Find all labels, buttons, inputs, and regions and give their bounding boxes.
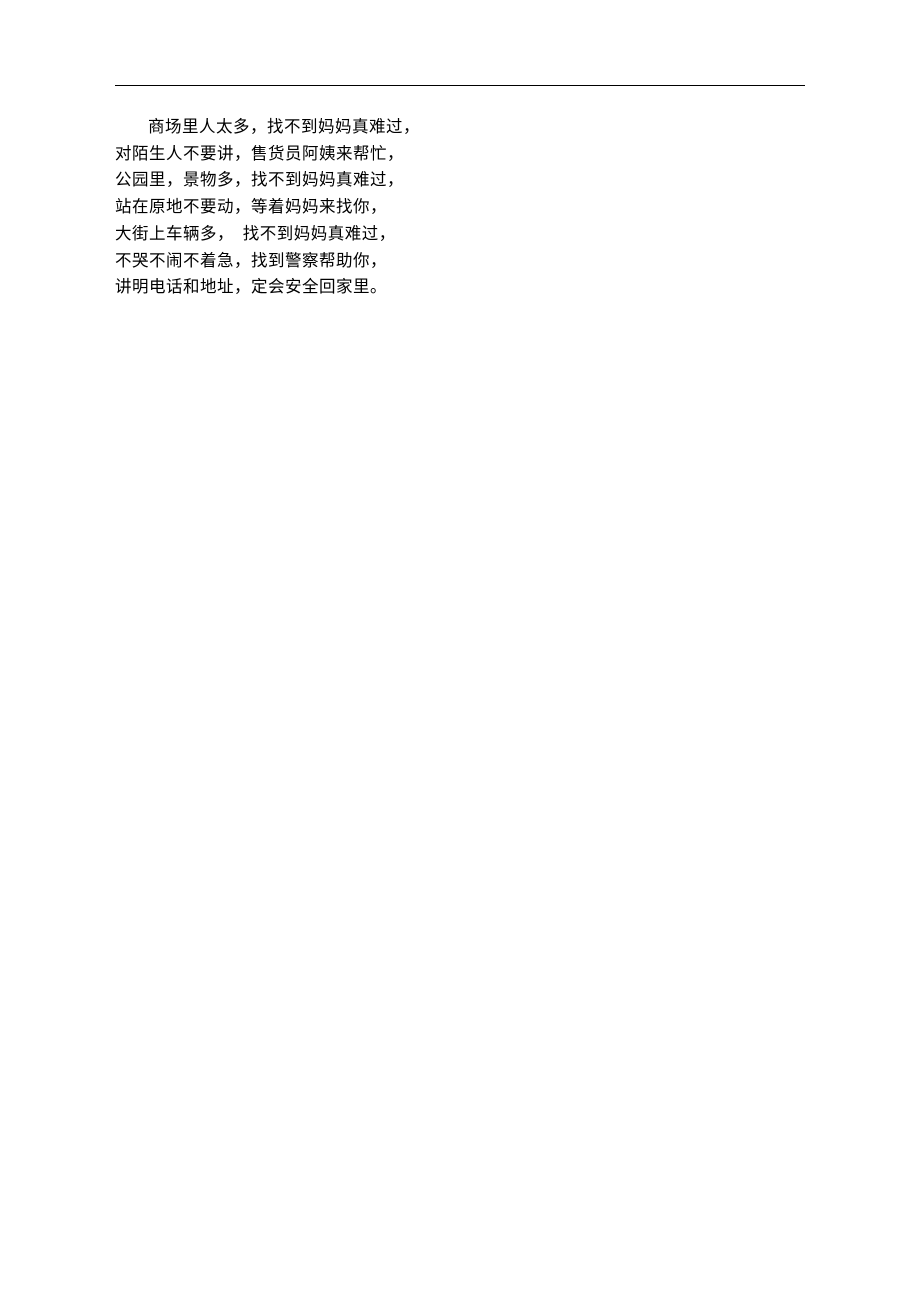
text-line: 站在原地不要动，等着妈妈来找你， [115,194,805,221]
text-line: 对陌生人不要讲，售货员阿姨来帮忙， [115,141,805,168]
text-line: 商场里人太多，找不到妈妈真难过， [115,114,805,141]
text-line: 公园里，景物多，找不到妈妈真难过， [115,167,805,194]
document-page: 商场里人太多，找不到妈妈真难过， 对陌生人不要讲，售货员阿姨来帮忙， 公园里，景… [0,0,920,301]
text-line: 大街上车辆多， 找不到妈妈真难过， [115,221,805,248]
text-content: 商场里人太多，找不到妈妈真难过， 对陌生人不要讲，售货员阿姨来帮忙， 公园里，景… [115,114,805,301]
text-line: 讲明电话和地址，定会安全回家里。 [115,274,805,301]
header-divider [115,85,805,86]
text-line: 不哭不闹不着急，找到警察帮助你， [115,248,805,275]
